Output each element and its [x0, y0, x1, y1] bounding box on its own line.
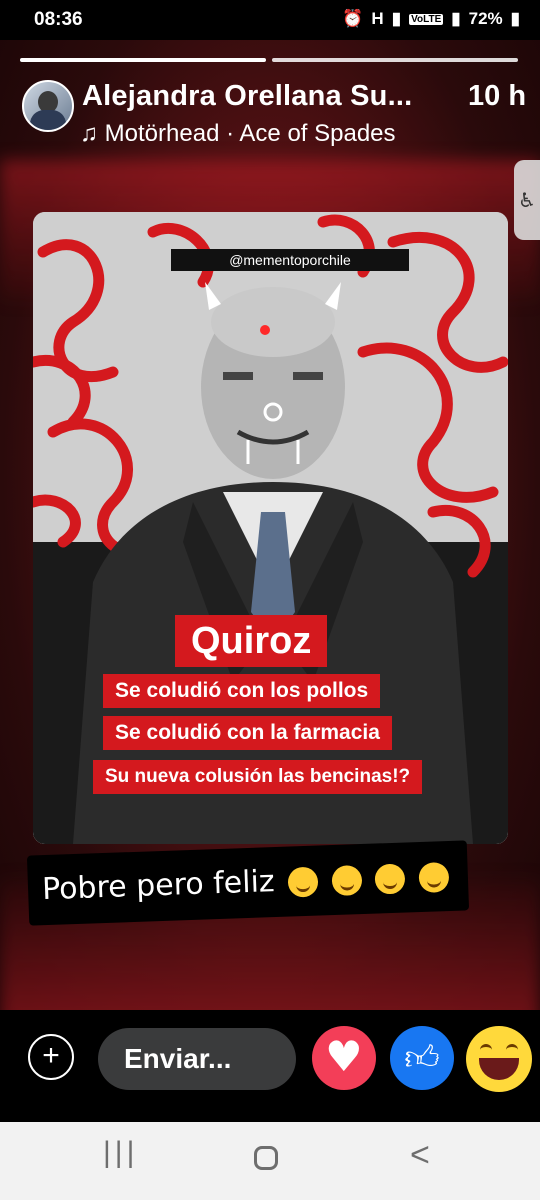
home-icon[interactable]	[254, 1146, 278, 1170]
accessibility-icon[interactable]: ♿︎	[514, 160, 540, 240]
caption-text: Pobre pero feliz	[41, 864, 276, 908]
story-music[interactable]: ♫ Motörhead · Ace of Spades	[80, 120, 396, 148]
status-bar: 08:36 ⏰ H ▮ VoLTE ▮ 72% ▮	[0, 0, 540, 40]
story-progress-2	[272, 58, 518, 62]
love-reaction-icon[interactable]	[312, 1026, 376, 1090]
grinning-sweat-emoji-icon	[374, 863, 406, 895]
network-type: H	[371, 9, 384, 28]
poster-line-2: Se coludió con la farmacia	[103, 716, 392, 750]
story-progress-1	[20, 58, 266, 62]
send-message-input[interactable]: Enviar...	[98, 1028, 296, 1090]
music-note-icon: ♫	[80, 120, 98, 147]
haha-reaction-icon[interactable]	[466, 1026, 532, 1092]
avatar[interactable]	[22, 80, 74, 132]
recents-icon[interactable]: |||	[103, 1136, 138, 1170]
like-reaction-icon[interactable]: 👍︎	[390, 1026, 454, 1090]
add-reaction-icon[interactable]: +	[28, 1034, 74, 1080]
music-title: Motörhead · Ace of Spades	[104, 120, 396, 147]
status-time: 08:36	[34, 9, 83, 30]
story-time: 10 h	[468, 80, 527, 112]
poster-line-3: Su nueva colusión las bencinas!?	[93, 760, 423, 794]
battery-icon: ▮	[510, 9, 520, 28]
alarm-icon: ⏰	[342, 9, 364, 28]
volte-badge: VoLTE	[409, 13, 444, 25]
grinning-sweat-emoji-icon	[331, 864, 363, 896]
poster-line-1: Se coludió con los pollos	[103, 674, 381, 708]
story-author[interactable]: Alejandra Orellana Su...	[82, 80, 412, 113]
poster-title: Quiroz	[175, 615, 328, 667]
story-image: @mementoporchile Quiroz Se coludió con l…	[33, 212, 508, 844]
poster-handle: @mementoporchile	[171, 249, 409, 271]
signal-icon: ▮	[391, 9, 402, 28]
status-icons: ⏰ H ▮ VoLTE ▮ 72% ▮	[342, 9, 520, 29]
battery-percent: 72%	[468, 9, 503, 28]
signal-icon-2: ▮	[451, 9, 461, 28]
back-icon[interactable]: <	[410, 1136, 430, 1175]
grinning-sweat-emoji-icon	[418, 861, 450, 893]
upside-down-face-emoji-icon	[287, 866, 319, 898]
